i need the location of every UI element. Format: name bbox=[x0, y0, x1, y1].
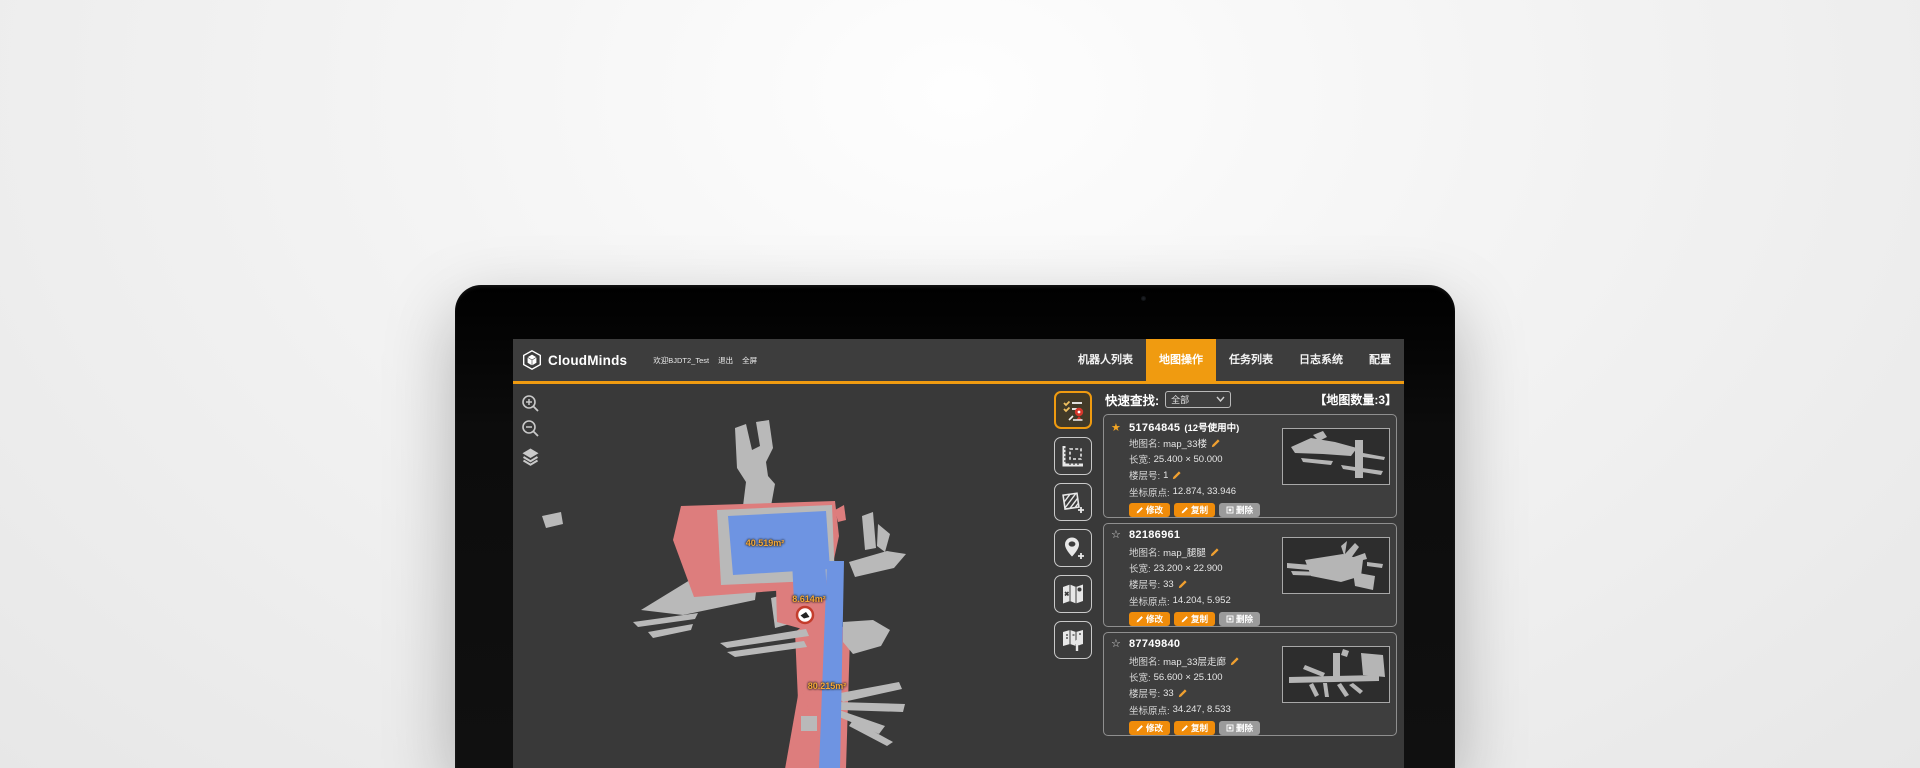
welcome-group: 欢迎BJDT2_Test 退出 全屏 bbox=[653, 355, 757, 366]
tab-map-operation[interactable]: 地图操作 bbox=[1146, 339, 1216, 381]
modify-button[interactable]: 修改 bbox=[1129, 503, 1170, 517]
modify-button[interactable]: 修改 bbox=[1129, 721, 1170, 735]
layers-button[interactable] bbox=[521, 447, 540, 466]
tool-add-location-pin[interactable] bbox=[1054, 529, 1092, 567]
edit-pencil-icon[interactable] bbox=[1211, 438, 1221, 448]
add-hatched-region-icon bbox=[1060, 489, 1086, 515]
map-thumbnail bbox=[1282, 646, 1390, 703]
map-canvas[interactable] bbox=[513, 384, 1073, 768]
tab-log-system[interactable]: 日志系统 bbox=[1286, 339, 1356, 381]
map-thumbnail bbox=[1282, 537, 1390, 594]
map-thumbnail bbox=[1282, 428, 1390, 485]
copy-button[interactable]: 复制 bbox=[1174, 721, 1215, 735]
laptop-frame: CloudMinds 欢迎BJDT2_Test 退出 全屏 机器人列表 地图操作… bbox=[455, 285, 1455, 768]
edit-pencil-icon[interactable] bbox=[1178, 579, 1188, 589]
map-marker-edit-icon bbox=[1060, 581, 1086, 607]
add-location-pin-icon bbox=[1060, 535, 1086, 561]
brand: CloudMinds bbox=[513, 350, 627, 370]
robot-position-marker bbox=[797, 607, 813, 623]
star-outline-icon[interactable]: ☆ bbox=[1111, 638, 1129, 651]
zoom-in-icon bbox=[521, 394, 540, 413]
cloudminds-logo-icon bbox=[522, 350, 542, 370]
pencil-icon bbox=[1181, 615, 1189, 623]
edit-pencil-icon[interactable] bbox=[1210, 547, 1220, 557]
tool-map-marker-edit[interactable] bbox=[1054, 575, 1092, 613]
map-tool-column bbox=[1054, 391, 1092, 659]
delete-icon bbox=[1226, 724, 1234, 732]
welcome-text: 欢迎BJDT2_Test bbox=[653, 355, 709, 366]
copy-button[interactable]: 复制 bbox=[1174, 612, 1215, 626]
map-count-label: 【地图数量:3】 bbox=[1314, 391, 1397, 408]
star-outline-icon[interactable]: ☆ bbox=[1111, 529, 1129, 542]
tab-task-list[interactable]: 任务列表 bbox=[1216, 339, 1286, 381]
brand-name: CloudMinds bbox=[548, 353, 627, 368]
map-id: 87749840 bbox=[1129, 638, 1180, 650]
logout-link[interactable]: 退出 bbox=[718, 355, 733, 366]
edit-pencil-icon[interactable] bbox=[1230, 656, 1240, 666]
delete-icon bbox=[1226, 615, 1234, 623]
fullscreen-link[interactable]: 全屏 bbox=[742, 355, 757, 366]
pencil-icon bbox=[1136, 615, 1144, 623]
edit-pencil-icon[interactable] bbox=[1172, 470, 1182, 480]
map-id: 82186961 bbox=[1129, 529, 1180, 541]
delete-icon bbox=[1226, 506, 1234, 514]
content-area: 40.519m² 8.614m² 80.215m² bbox=[513, 384, 1404, 768]
map-id: 51764845 bbox=[1129, 422, 1180, 434]
app-screen: CloudMinds 欢迎BJDT2_Test 退出 全屏 机器人列表 地图操作… bbox=[513, 339, 1404, 768]
chevron-down-icon bbox=[1216, 396, 1225, 402]
map-thumbnail-image bbox=[1283, 429, 1389, 484]
tool-task-point-list[interactable] bbox=[1054, 391, 1092, 429]
area-label-large: 40.519m² bbox=[746, 538, 785, 548]
map-card[interactable]: ☆ 82186961 地图名: map_腿腿 长宽: bbox=[1103, 523, 1397, 627]
tab-robot-list[interactable]: 机器人列表 bbox=[1065, 339, 1146, 381]
map-thumbnail-image bbox=[1283, 647, 1389, 702]
pencil-icon bbox=[1136, 506, 1144, 514]
measure-frame-icon bbox=[1060, 443, 1086, 469]
tool-map-upload[interactable] bbox=[1054, 621, 1092, 659]
pencil-icon bbox=[1181, 724, 1189, 732]
quick-find-row: 快速查找: 全部 【地图数量:3】 bbox=[1103, 388, 1397, 410]
area-label-small: 8.614m² bbox=[792, 594, 826, 604]
pencil-icon bbox=[1181, 506, 1189, 514]
card-actions: 修改 复制 删除 bbox=[1111, 612, 1389, 626]
zoom-in-button[interactable] bbox=[521, 394, 540, 413]
map-thumbnail-image bbox=[1283, 538, 1389, 593]
zoom-out-icon bbox=[521, 419, 540, 438]
copy-button[interactable]: 复制 bbox=[1174, 503, 1215, 517]
task-point-list-icon bbox=[1060, 397, 1086, 423]
quick-find-label: 快速查找: bbox=[1105, 390, 1159, 409]
edit-pencil-icon[interactable] bbox=[1178, 688, 1188, 698]
pencil-icon bbox=[1136, 724, 1144, 732]
tab-config[interactable]: 配置 bbox=[1356, 339, 1404, 381]
delete-button[interactable]: 删除 bbox=[1219, 612, 1260, 626]
tool-measure-frame[interactable] bbox=[1054, 437, 1092, 475]
delete-button[interactable]: 删除 bbox=[1219, 721, 1260, 735]
photo-background: CloudMinds 欢迎BJDT2_Test 退出 全屏 机器人列表 地图操作… bbox=[0, 0, 1920, 768]
card-actions: 修改 复制 删除 bbox=[1111, 503, 1389, 517]
map-filter-select[interactable]: 全部 bbox=[1165, 391, 1231, 408]
app-header: CloudMinds 欢迎BJDT2_Test 退出 全屏 机器人列表 地图操作… bbox=[513, 339, 1404, 381]
map-card[interactable]: ☆ 87749840 地图名: map_33层走廊 长宽: bbox=[1103, 632, 1397, 736]
zoom-out-button[interactable] bbox=[521, 419, 540, 438]
tool-add-hatched-region[interactable] bbox=[1054, 483, 1092, 521]
map-filter-value: 全部 bbox=[1171, 393, 1189, 406]
main-nav: 机器人列表 地图操作 任务列表 日志系统 配置 bbox=[1065, 339, 1404, 381]
card-actions: 修改 复制 删除 bbox=[1111, 721, 1389, 735]
layers-icon bbox=[521, 447, 540, 466]
map-view-controls bbox=[521, 394, 540, 466]
webcam-dot bbox=[1141, 296, 1146, 301]
star-icon[interactable]: ★ bbox=[1111, 422, 1129, 435]
map-card[interactable]: ★ 51764845 (12号使用中) 地图名: map_33楼 bbox=[1103, 414, 1397, 518]
modify-button[interactable]: 修改 bbox=[1129, 612, 1170, 626]
map-upload-icon bbox=[1060, 627, 1086, 653]
delete-button[interactable]: 删除 bbox=[1219, 503, 1260, 517]
area-label-corridor: 80.215m² bbox=[808, 681, 847, 691]
map-list-panel: 快速查找: 全部 【地图数量:3】 ★ 517648 bbox=[1103, 388, 1397, 741]
map-in-use-note: (12号使用中) bbox=[1184, 420, 1239, 434]
